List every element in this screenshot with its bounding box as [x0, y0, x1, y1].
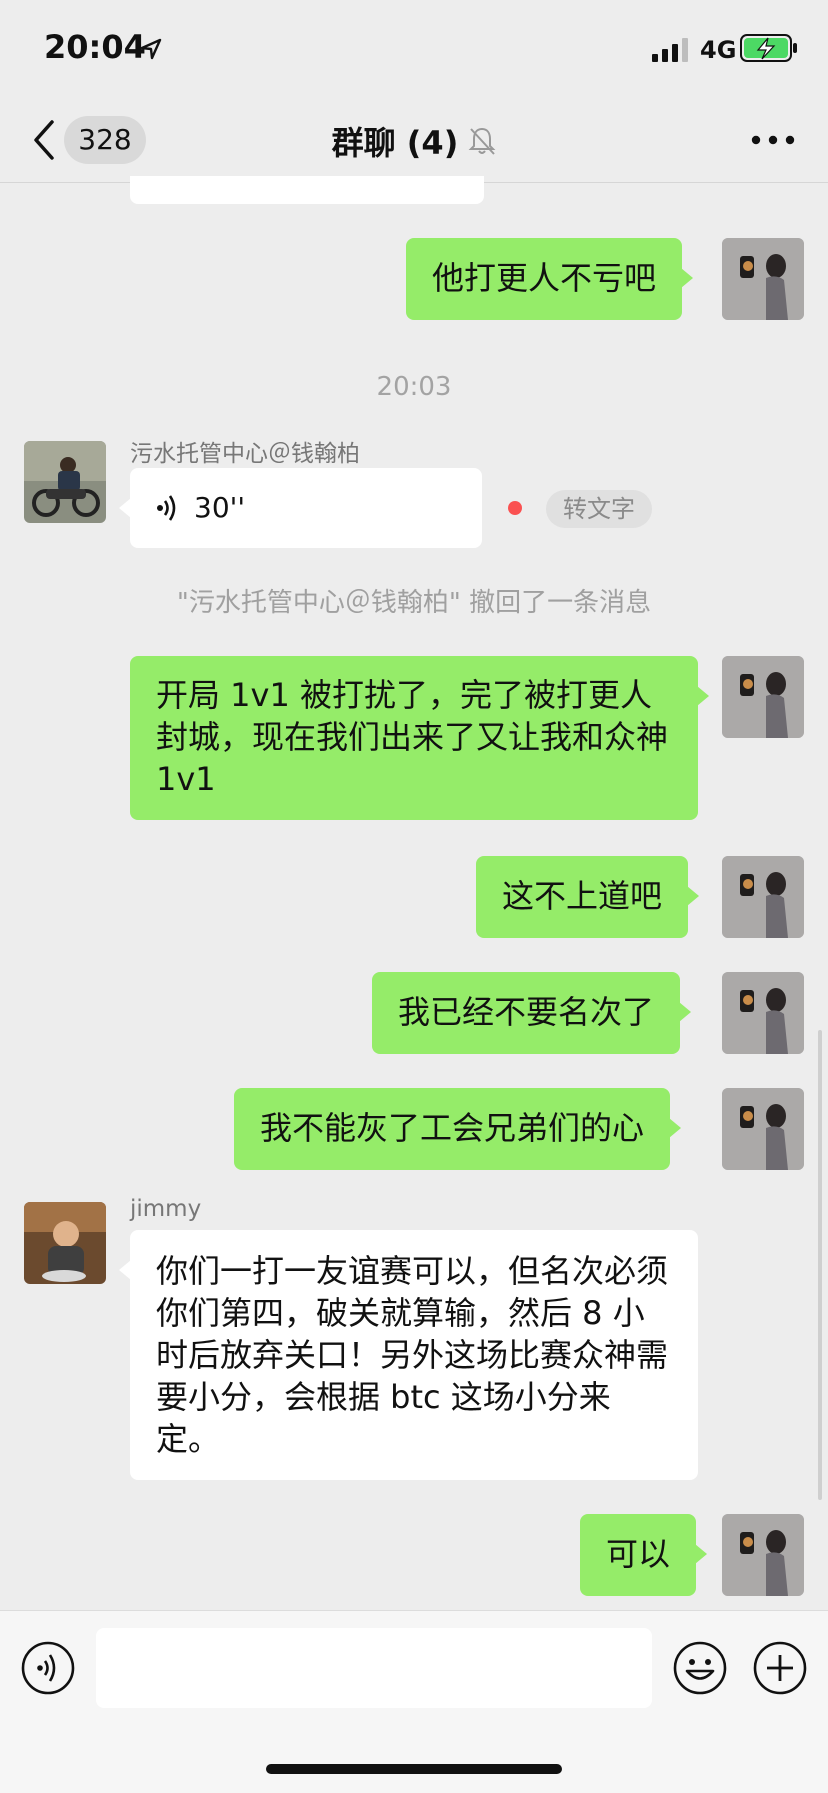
status-time: 20:04 [44, 28, 146, 66]
convert-to-text-button[interactable]: 转文字 [546, 490, 652, 528]
bubble-tail [669, 1118, 682, 1138]
message-bubble-self[interactable]: 他打更人不亏吧 [406, 238, 694, 320]
avatar-voice-sender[interactable] [24, 441, 106, 523]
more-dots-icon[interactable] [748, 130, 798, 150]
recall-notice: "污水托管中心＠钱翰柏" 撤回了一条消息 [176, 588, 652, 618]
voice-input-icon[interactable] [20, 1640, 76, 1696]
message-text: 开局 1v1 被打扰了，完了被打更人封城，现在我们出来了又让我和众神 1v1 [156, 676, 669, 798]
home-indicator [266, 1764, 562, 1774]
voice-message-bubble[interactable]: 30'' [119, 468, 482, 548]
bubble-tail [695, 1544, 708, 1564]
message-bubble-self[interactable]: 开局 1v1 被打扰了，完了被打更人封城，现在我们出来了又让我和众神 1v1 [130, 656, 709, 820]
cellular-signal-icon [652, 38, 688, 62]
bubble-tail [679, 1002, 692, 1022]
message-text: 他打更人不亏吧 [432, 259, 657, 297]
page-title-bar: 群聊 (4) [0, 118, 828, 164]
plus-icon[interactable] [752, 1640, 808, 1696]
voice-wave-icon [157, 495, 176, 521]
bell-slash-icon [468, 127, 496, 155]
message-bubble-self[interactable]: 我已经不要名次了 [372, 972, 692, 1054]
voice-duration: 30'' [194, 491, 246, 524]
bubble-tail [697, 686, 709, 706]
page-title: 群聊 (4) [331, 124, 459, 162]
unread-voice-dot [508, 501, 522, 515]
message-bubble-self[interactable]: 我不能灰了工会兄弟们的心 [234, 1088, 682, 1170]
sender-name: jimmy [130, 1196, 202, 1222]
avatar-self[interactable] [722, 656, 804, 738]
battery-charging-icon [740, 34, 797, 62]
message-bubble-other[interactable]: 你们一打一友谊赛可以，但名次必须你们第四，破关就算输，然后 8 小时后放弃关口！… [119, 1230, 698, 1480]
message-bubble-partial[interactable] [130, 176, 484, 204]
avatar-self[interactable] [722, 856, 804, 938]
message-bubble-self[interactable]: 可以 [580, 1514, 708, 1596]
sender-name: 污水托管中心＠钱翰柏 [130, 441, 360, 467]
message-bubble-self[interactable]: 这不上道吧 [476, 856, 700, 938]
avatar-self[interactable] [722, 1514, 804, 1596]
smiley-icon[interactable] [672, 1640, 728, 1696]
message-input[interactable] [96, 1628, 652, 1708]
message-text: 我不能灰了工会兄弟们的心 [260, 1109, 645, 1147]
time-divider: 20:03 [376, 372, 452, 402]
avatar-self[interactable] [722, 972, 804, 1054]
bubble-tail [119, 1260, 131, 1280]
message-text: 我已经不要名次了 [398, 993, 655, 1031]
scrollbar[interactable] [818, 1030, 822, 1500]
avatar-self[interactable] [722, 1088, 804, 1170]
message-text: 你们一打一友谊赛可以，但名次必须你们第四，破关就算输，然后 8 小时后放弃关口！… [156, 1252, 669, 1458]
avatar-jimmy[interactable] [24, 1202, 106, 1284]
location-arrow-icon [140, 38, 162, 60]
message-text: 可以 [606, 1535, 671, 1573]
network-type: 4G [700, 36, 737, 64]
avatar-self[interactable] [722, 238, 804, 320]
bubble-tail [681, 268, 694, 288]
bubble-tail [119, 498, 131, 518]
bubble-tail [687, 886, 700, 906]
message-text: 这不上道吧 [502, 877, 663, 915]
